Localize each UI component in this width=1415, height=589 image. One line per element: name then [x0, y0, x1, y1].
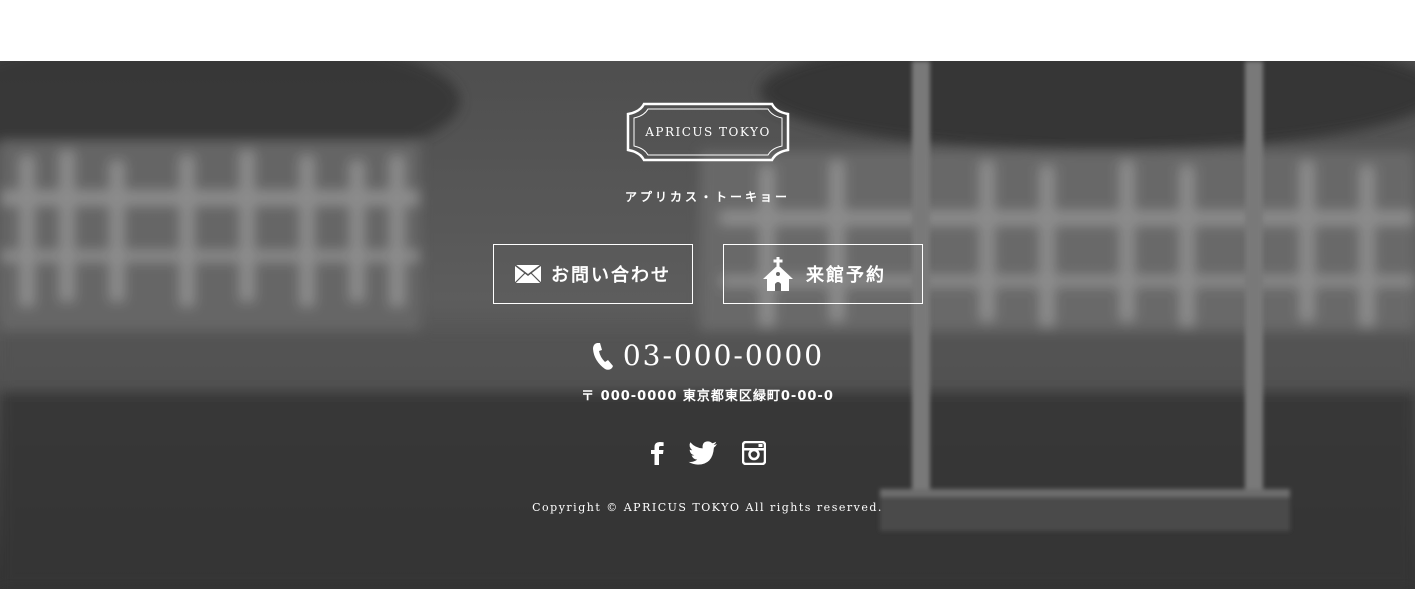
visit-reservation-button[interactable]: 来館予約 [723, 244, 923, 304]
logo-wordmark: APRICUS TOKYO [645, 125, 771, 139]
brand-logo[interactable]: APRICUS TOKYO [624, 100, 792, 164]
facebook-icon[interactable] [650, 441, 664, 465]
visit-button-label: 来館予約 [806, 265, 886, 286]
twitter-icon[interactable] [688, 441, 718, 465]
phone-number[interactable]: 03-000-0000 [0, 339, 1415, 372]
phone-icon [591, 341, 615, 371]
chapel-icon [760, 257, 796, 291]
copyright-text: Copyright © APRICUS TOKYO All rights res… [532, 501, 883, 514]
social-links [0, 441, 1415, 465]
contact-button[interactable]: お問い合わせ [493, 244, 693, 304]
site-footer: APRICUS TOKYO アプリカス・トーキョー お問い合わせ 来館予約 03… [0, 61, 1415, 589]
address: 〒 000-0000 東京都東区緑町0-00-0 [581, 389, 834, 404]
instagram-icon[interactable] [741, 441, 766, 465]
contact-button-label: お問い合わせ [551, 265, 671, 286]
logo-kana: アプリカス・トーキョー [624, 190, 790, 204]
mail-icon [515, 265, 541, 283]
header-spacer [0, 0, 1415, 61]
phone-text: 03-000-0000 [622, 339, 825, 372]
